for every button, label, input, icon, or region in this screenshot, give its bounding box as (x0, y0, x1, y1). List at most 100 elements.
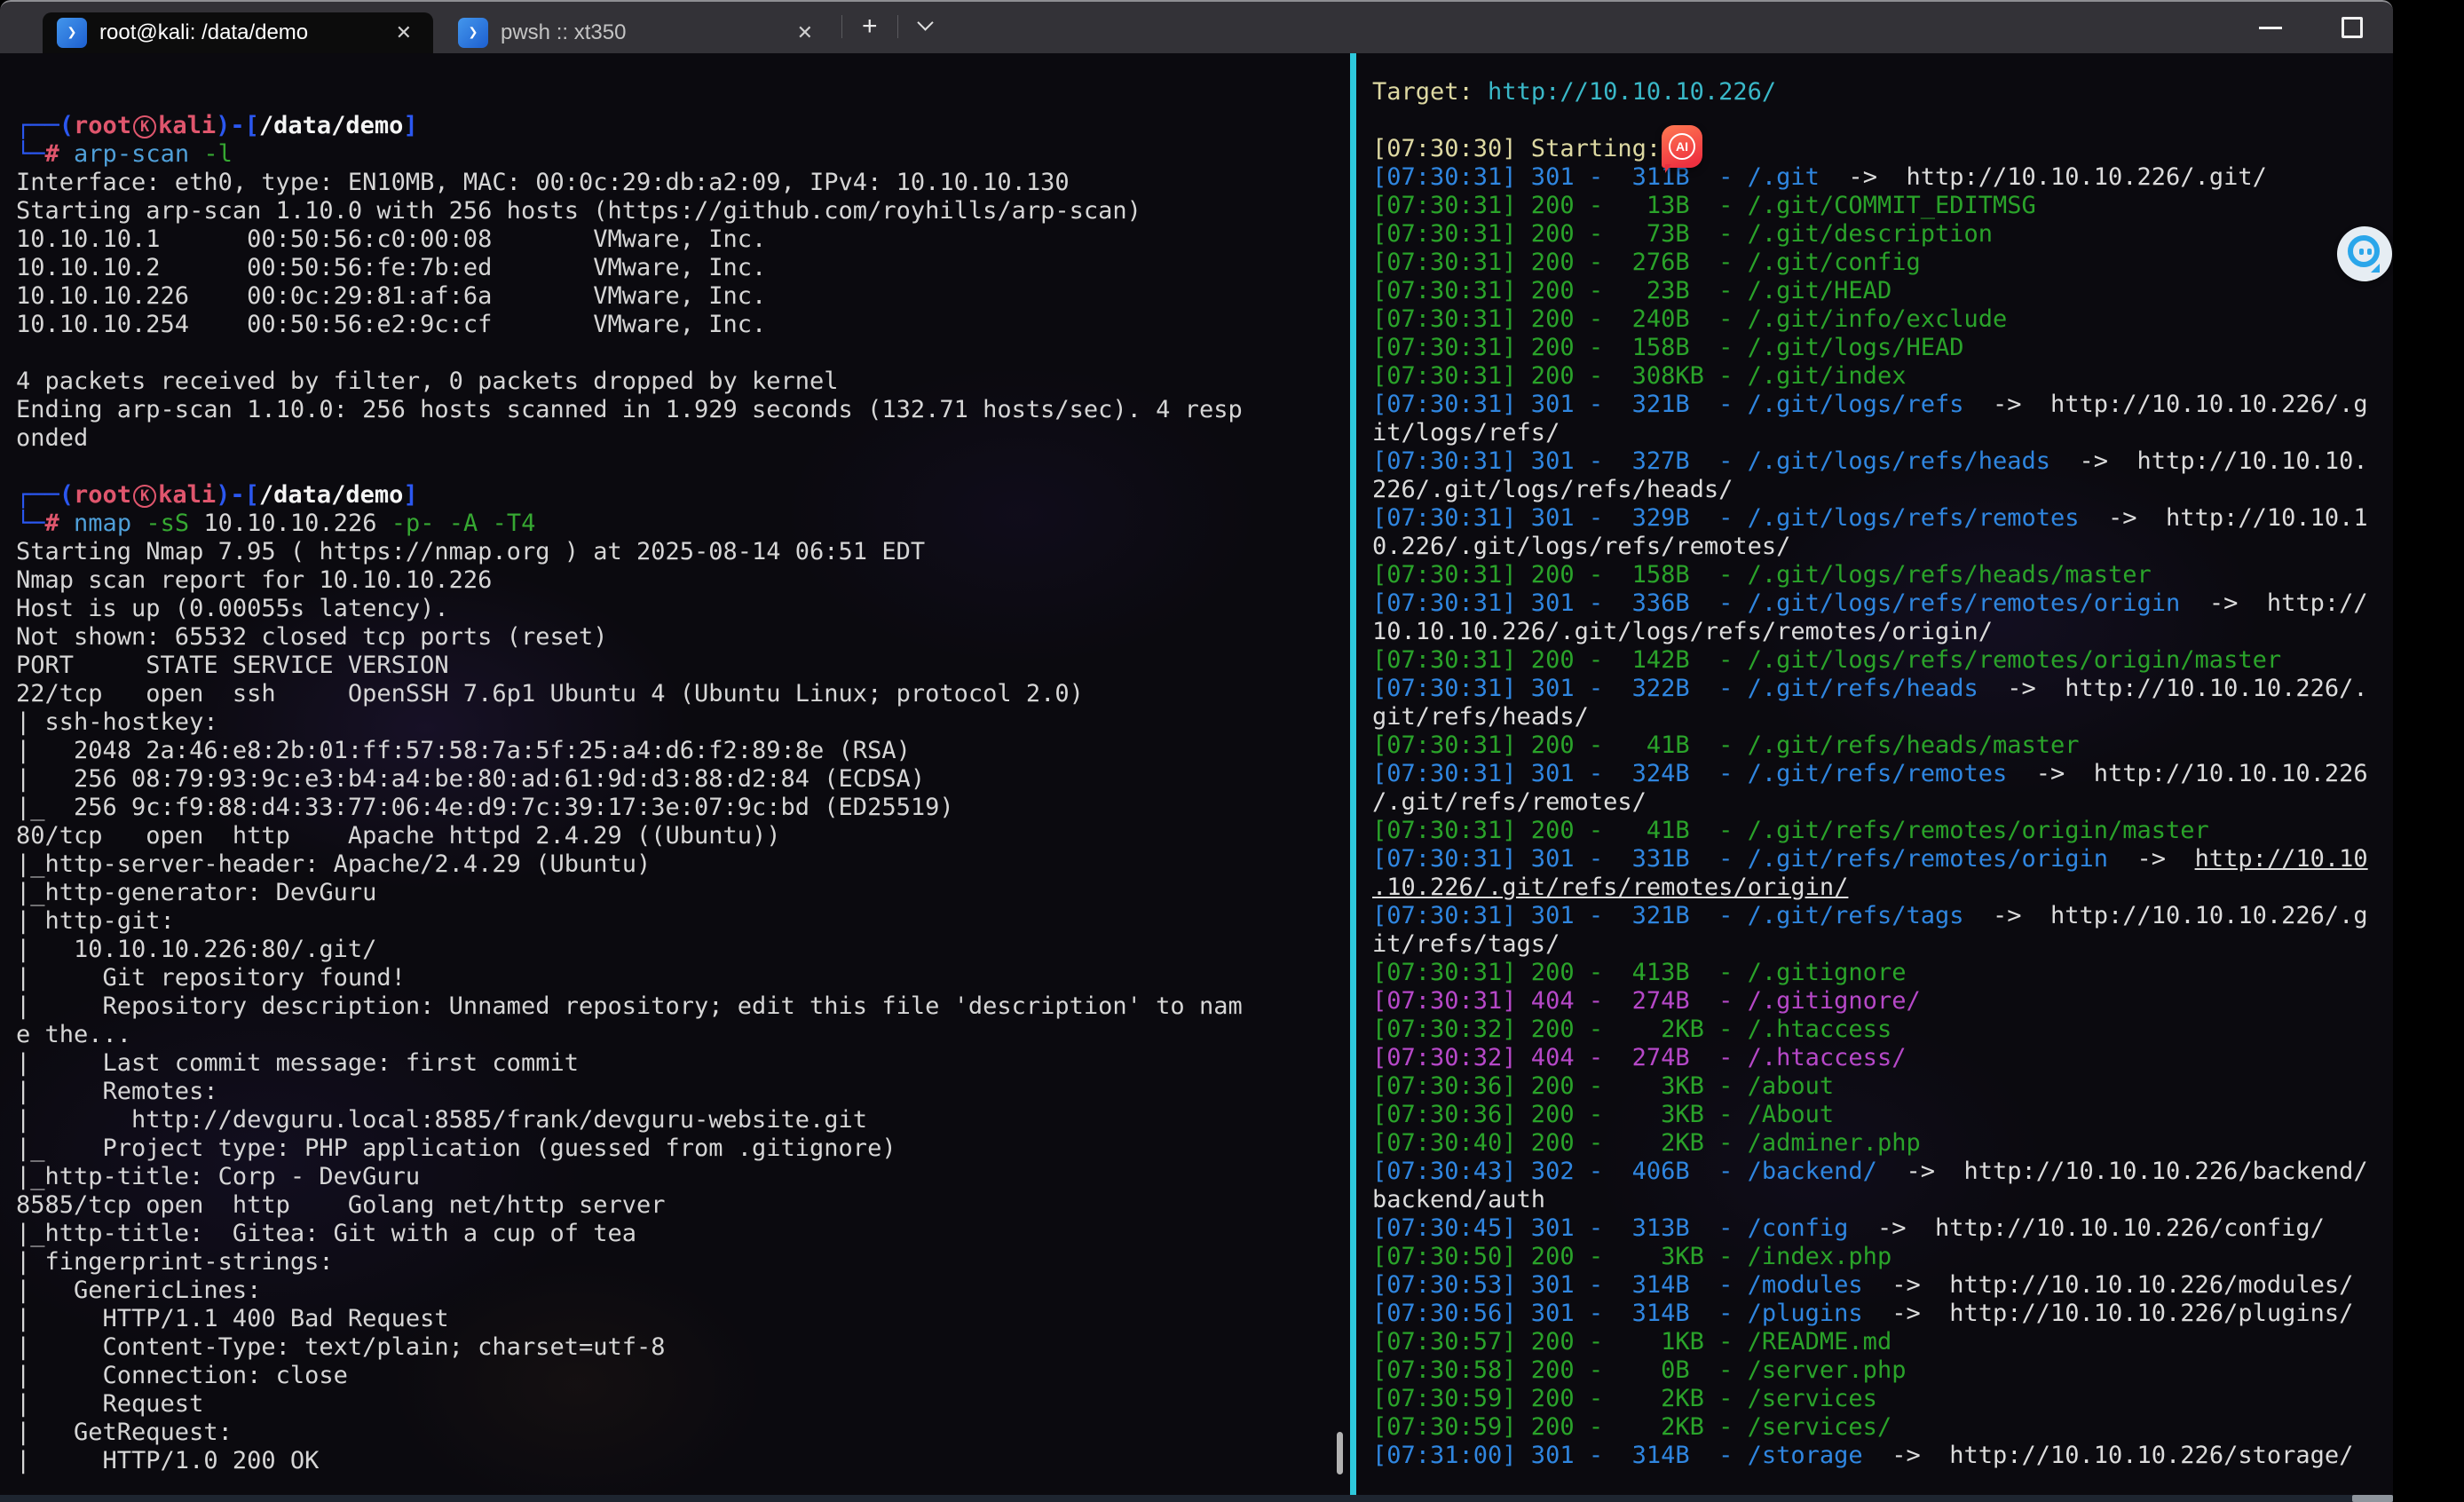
ai-badge-bubble: AI (1662, 125, 1702, 168)
bottom-scrollbar-handle[interactable] (2352, 1495, 2393, 1502)
terminal-row: | Content-Type: text/plain; charset=utf-… (16, 1333, 1345, 1362)
terminal-row: |_http-title: Corp - DevGuru (16, 1163, 1345, 1191)
terminal-row: Nmap scan report for 10.10.10.226 (16, 566, 1345, 595)
terminal-row: | fingerprint-strings: (16, 1248, 1345, 1277)
maximize-button[interactable] (2311, 2, 2393, 53)
terminal-pane-left[interactable]: ┌──(rootKkali)-[/data/demo]└─# arp-scan … (7, 53, 1345, 1495)
terminal-row: it/refs/tags/ (1372, 930, 2393, 959)
terminal-row: [07:31:00] 301 - 314B - /storage -> http… (1372, 1442, 2393, 1470)
terminal-row: [07:30:31] 200 - 240B - /.git/info/exclu… (1372, 305, 2393, 334)
maximize-icon (2342, 17, 2363, 38)
terminal-row: Host is up (0.00055s latency). (16, 595, 1345, 623)
terminal-row: ┌──(rootKkali)-[/data/demo] (16, 112, 1345, 140)
terminal-row: [07:30:43] 302 - 406B - /backend/ -> htt… (1372, 1158, 2393, 1186)
terminal-row: [07:30:31] 301 - 331B - /.git/refs/remot… (1372, 845, 2393, 874)
terminal-row: 8585/tcp open http Golang net/http serve… (16, 1191, 1345, 1220)
terminal-row (16, 453, 1345, 481)
terminal-row: |_http-generator: DevGuru (16, 879, 1345, 907)
terminal-row: 10.10.10.226/.git/logs/refs/remotes/orig… (1372, 618, 2393, 646)
terminal-row: 22/tcp open ssh OpenSSH 7.6p1 Ubuntu 4 (… (16, 680, 1345, 708)
tab-title: pwsh :: xt350 (501, 20, 778, 45)
terminal-window: ❯ root@kali: /data/demo ✕ ❯ pwsh :: xt35… (0, 0, 2393, 1502)
terminal-row: [07:30:31] 200 - 158B - /.git/logs/HEAD (1372, 334, 2393, 362)
chat-bubble-eye-icon (2367, 249, 2372, 255)
terminal-row: [07:30:36] 200 - 3KB - /About (1372, 1101, 2393, 1129)
terminal-row: | Git repository found! (16, 964, 1345, 992)
terminal-row: | Connection: close (16, 1362, 1345, 1390)
terminal-row: onded (16, 424, 1345, 453)
tab-root-kali[interactable]: ❯ root@kali: /data/demo ✕ (43, 12, 433, 53)
terminal-row: | 256 08:79:93:9c:e3:b4:a4:be:80:ad:61:9… (16, 765, 1345, 794)
terminal-row: | Last commit message: first commit (16, 1049, 1345, 1078)
chevron-down-icon (917, 14, 933, 30)
terminal-row: | HTTP/1.0 200 OK (16, 1447, 1345, 1475)
terminal-row: [07:30:56] 301 - 314B - /plugins -> http… (1372, 1300, 2393, 1328)
terminal-row: [07:30:31] 301 - 324B - /.git/refs/remot… (1372, 760, 2393, 788)
terminal-row: PORT STATE SERVICE VERSION (16, 652, 1345, 680)
terminal-row: [07:30:31] 301 - 321B - /.git/logs/refs … (1372, 391, 2393, 419)
terminal-row: .10.226/.git/refs/remotes/origin/ (1372, 874, 2393, 902)
close-icon[interactable]: ✕ (790, 20, 820, 46)
tab-dropdown-button[interactable] (905, 17, 945, 37)
tab-bar-separator (897, 15, 898, 38)
ai-overlay-badge[interactable]: AI (1662, 125, 1702, 177)
terminal-row: Ending arp-scan 1.10.0: 256 hosts scanne… (16, 396, 1345, 424)
terminal-row: [07:30:50] 200 - 3KB - /index.php (1372, 1243, 2393, 1271)
terminal-row: | 10.10.10.226:80/.git/ (16, 936, 1345, 964)
terminal-area: ┌──(rootKkali)-[/data/demo]└─# arp-scan … (0, 53, 2393, 1495)
terminal-row: Starting Nmap 7.95 ( https://nmap.org ) … (16, 538, 1345, 566)
terminal-row: [07:30:31] 200 - 413B - /.gitignore (1372, 959, 2393, 987)
terminal-row: |_http-server-header: Apache/2.4.29 (Ubu… (16, 850, 1345, 879)
terminal-row: it/logs/refs/ (1372, 419, 2393, 447)
terminal-row: 10.10.10.2 00:50:56:fe:7b:ed VMware, Inc… (16, 254, 1345, 282)
terminal-row: [07:30:31] 200 - 276B - /.git/config (1372, 249, 2393, 277)
terminal-row: [07:30:31] 301 - 322B - /.git/refs/heads… (1372, 675, 2393, 703)
terminal-row: Not shown: 65532 closed tcp ports (reset… (16, 623, 1345, 652)
plus-icon: + (862, 12, 878, 41)
terminal-row: Starting arp-scan 1.10.0 with 256 hosts … (16, 197, 1345, 225)
terminal-output: Target: http://10.10.10.226/[07:30:30] S… (1372, 78, 2393, 1470)
terminal-row: [07:30:31] 200 - 41B - /.git/refs/heads/… (1372, 731, 2393, 760)
chat-bubble-button[interactable] (2337, 226, 2392, 281)
terminal-row: [07:30:31] 200 - 158B - /.git/logs/refs/… (1372, 561, 2393, 589)
terminal-row: |_ Project type: PHP application (guesse… (16, 1134, 1345, 1163)
terminal-row: git/refs/heads/ (1372, 703, 2393, 731)
close-icon[interactable]: ✕ (389, 20, 419, 46)
terminal-row: | Repository description: Unnamed reposi… (16, 992, 1345, 1021)
terminal-row: | Remotes: (16, 1078, 1345, 1106)
window-bottom-edge (0, 1495, 2393, 1502)
terminal-row: 226/.git/logs/refs/heads/ (1372, 476, 2393, 504)
terminal-row: [07:30:31] 200 - 13B - /.git/COMMIT_EDIT… (1372, 192, 2393, 220)
terminal-row: └─# arp-scan -l (16, 140, 1345, 169)
terminal-row: [07:30:31] 301 - 321B - /.git/refs/tags … (1372, 902, 2393, 930)
title-bar[interactable]: ❯ root@kali: /data/demo ✕ ❯ pwsh :: xt35… (0, 0, 2393, 53)
terminal-row: [07:30:30] Starting: (1372, 135, 2393, 163)
terminal-row: |_ 256 9c:f9:88:d4:33:77:06:4e:d9:7c:39:… (16, 794, 1345, 822)
tab-pwsh[interactable]: ❯ pwsh :: xt350 ✕ (444, 12, 834, 53)
terminal-row: [07:30:32] 200 - 2KB - /.htaccess (1372, 1016, 2393, 1044)
powershell-icon: ❯ (458, 18, 488, 48)
terminal-row: | GetRequest: (16, 1419, 1345, 1447)
terminal-row: [07:30:31] 200 - 23B - /.git/HEAD (1372, 277, 2393, 305)
terminal-row: backend/auth (1372, 1186, 2393, 1214)
screen-black-margin (2393, 0, 2464, 1502)
terminal-row: |_http-title: Gitea: Git with a cup of t… (16, 1220, 1345, 1248)
pane-divider[interactable] (1350, 53, 1356, 1495)
terminal-row: [07:30:31] 404 - 274B - /.gitignore/ (1372, 987, 2393, 1016)
new-tab-button[interactable]: + (849, 12, 890, 42)
chat-bubble-tail-icon (2371, 264, 2380, 273)
terminal-row: [07:30:57] 200 - 1KB - /README.md (1372, 1328, 2393, 1356)
terminal-row: [07:30:31] 200 - 308KB - /.git/index (1372, 362, 2393, 391)
terminal-row: [07:30:31] 200 - 73B - /.git/description (1372, 220, 2393, 249)
terminal-row: [07:30:45] 301 - 313B - /config -> http:… (1372, 1214, 2393, 1243)
terminal-row: | HTTP/1.1 400 Bad Request (16, 1305, 1345, 1333)
chat-bubble-eye-icon (2359, 249, 2364, 255)
left-pane-scrollbar-thumb[interactable] (1337, 1432, 1343, 1474)
terminal-row: Interface: eth0, type: EN10MB, MAC: 00:0… (16, 169, 1345, 197)
terminal-pane-right[interactable]: Target: http://10.10.10.226/[07:30:30] S… (1350, 53, 2393, 1495)
terminal-row (16, 339, 1345, 368)
terminal-row: [07:30:31] 301 - 336B - /.git/logs/refs/… (1372, 589, 2393, 618)
terminal-row: | GenericLines: (16, 1277, 1345, 1305)
minimize-icon (2259, 27, 2282, 29)
minimize-button[interactable] (2230, 2, 2311, 53)
